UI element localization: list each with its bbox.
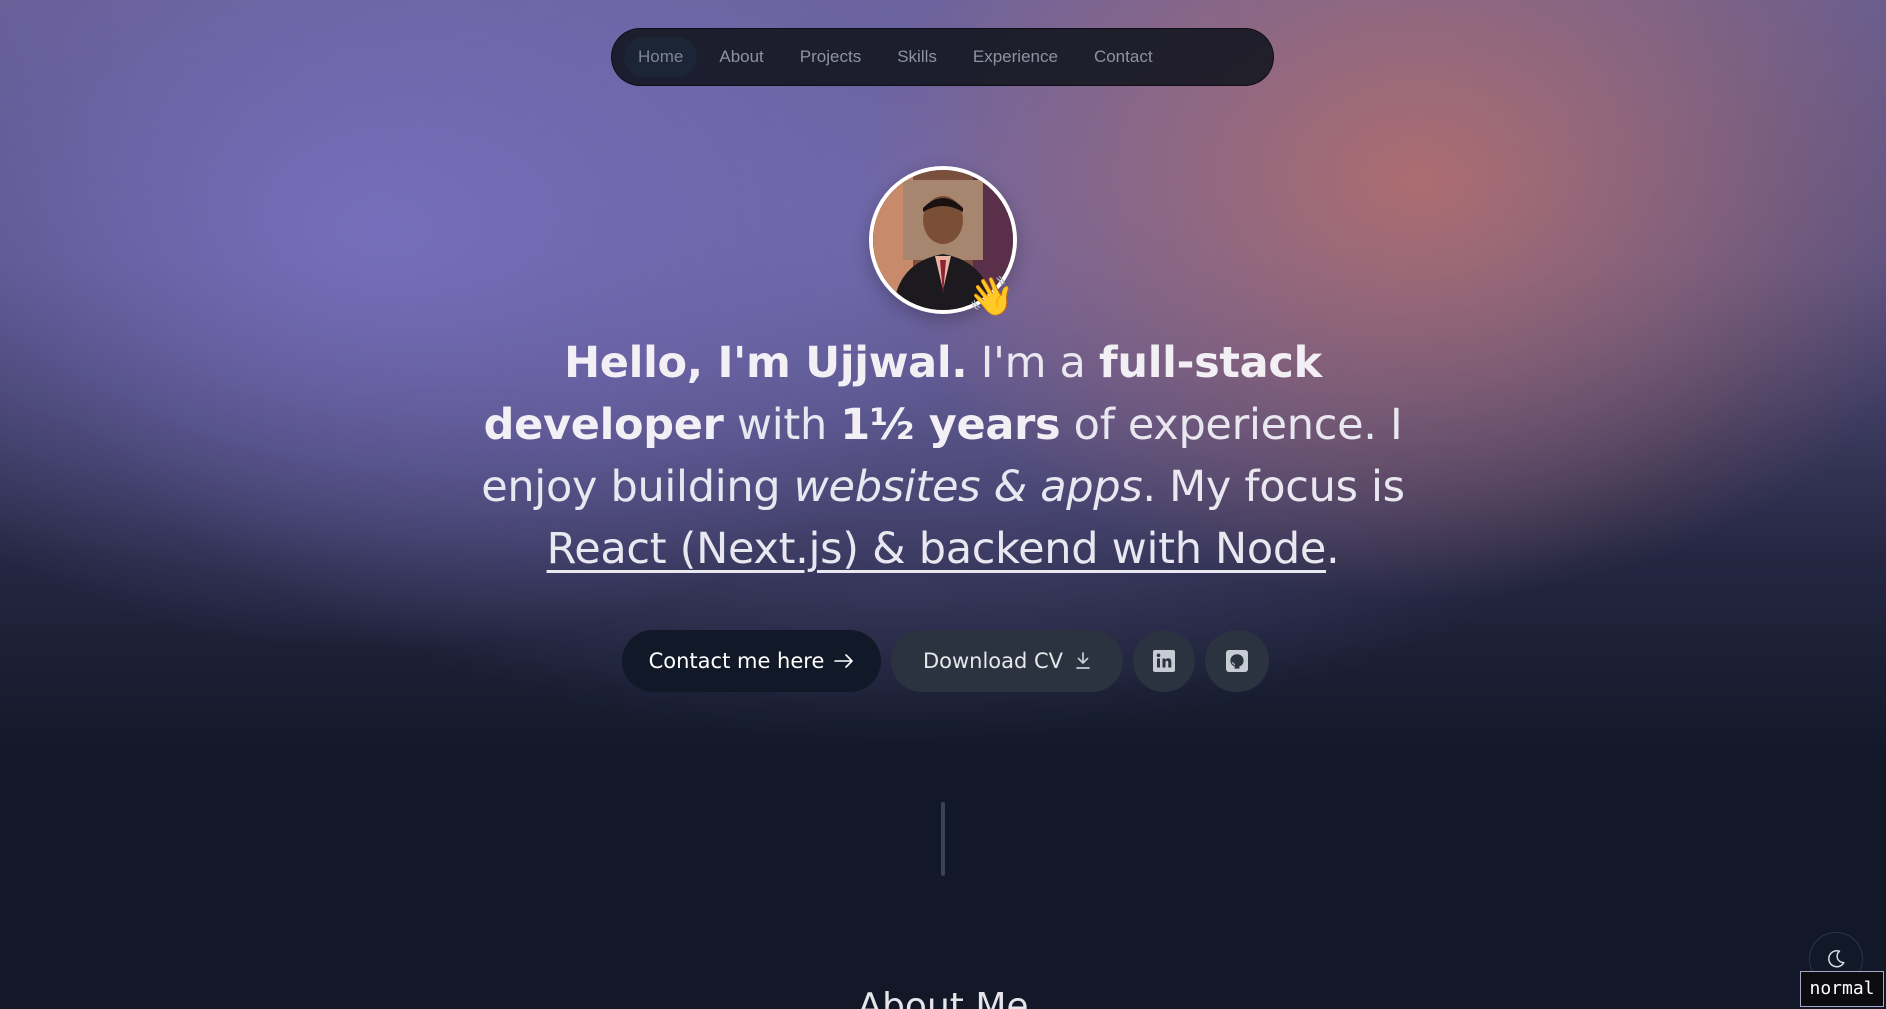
nav-item-experience[interactable]: Experience	[959, 37, 1072, 77]
scroll-divider	[941, 802, 945, 876]
linkedin-icon	[1153, 650, 1175, 672]
hero-text: with	[723, 400, 841, 450]
hero-text: I'm a	[967, 338, 1099, 388]
wave-icon: 👋	[967, 276, 1015, 318]
contact-button[interactable]: Contact me here	[622, 630, 881, 692]
hero-text: . My focus is	[1142, 462, 1405, 512]
linkedin-button[interactable]	[1133, 630, 1195, 692]
hero-stack: React (Next.js) & backend with Node	[546, 524, 1327, 574]
contact-button-label: Contact me here	[648, 649, 825, 673]
hero-greeting: Hello, I'm Ujjwal.	[564, 338, 968, 388]
download-cv-label: Download CV	[922, 649, 1064, 673]
download-cv-button[interactable]: Download CV	[891, 630, 1123, 692]
nav-item-contact[interactable]: Contact	[1080, 37, 1167, 77]
hero-intro: Hello, I'm Ujjwal. I'm a full-stack deve…	[480, 332, 1406, 580]
arrow-right-icon	[834, 654, 854, 668]
hero-actions: Contact me here Download CV	[622, 630, 1269, 692]
nav-item-projects[interactable]: Projects	[786, 37, 875, 77]
download-icon	[1076, 652, 1090, 669]
hero-focus-items: websites & apps	[793, 462, 1143, 512]
github-icon	[1226, 650, 1248, 672]
mode-indicator: normal	[1800, 971, 1884, 1007]
moon-icon	[1828, 949, 1845, 968]
nav-item-skills[interactable]: Skills	[883, 37, 951, 77]
top-nav: Home About Projects Skills Experience Co…	[611, 28, 1274, 86]
avatar-container: 👋	[869, 166, 1017, 318]
nav-item-home[interactable]: Home	[624, 37, 698, 77]
about-section-title: About Me	[857, 986, 1029, 1009]
page: Home About Projects Skills Experience Co…	[0, 0, 1886, 1009]
hero-text: .	[1326, 524, 1340, 574]
github-button[interactable]	[1205, 630, 1269, 692]
hero-experience: 1½ years	[840, 400, 1061, 450]
nav-item-about[interactable]: About	[705, 37, 777, 77]
